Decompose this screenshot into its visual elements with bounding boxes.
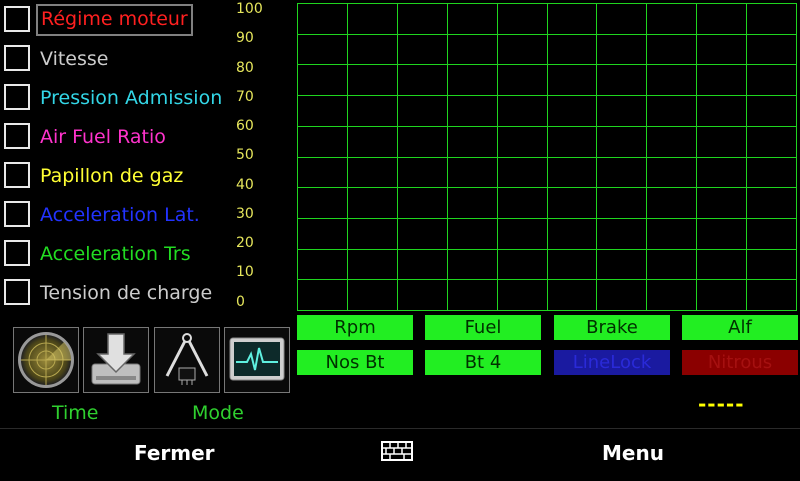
channel-checkbox[interactable] [4,162,30,188]
channel-label: Air Fuel Ratio [40,126,166,148]
channel-checkbox[interactable] [4,123,30,149]
mode-label: Mode [192,402,244,424]
channel-row-papillon[interactable]: Papillon de gaz [4,162,264,194]
rpm-button[interactable]: Rpm [297,315,413,340]
channel-row-tension[interactable]: Tension de charge [4,279,264,311]
keyboard-icon[interactable] [381,441,413,461]
channel-label: Acceleration Trs [40,243,191,265]
channel-label: Acceleration Lat. [40,204,200,226]
y-tick-label: 50 [236,147,254,163]
channel-checkbox[interactable] [4,45,30,71]
download-tile[interactable] [83,327,149,393]
caliper-chip-icon [165,333,209,385]
brake-button[interactable]: Brake [554,315,670,340]
channel-checkbox[interactable] [4,279,30,305]
channel-checkbox[interactable] [4,6,30,32]
y-tick-label: 10 [236,264,254,280]
linelock-button[interactable]: LineLock [554,350,670,375]
channel-label: Vitesse [40,48,109,70]
y-tick-label: 40 [236,177,254,193]
y-tick-label: 70 [236,89,254,105]
fuel-button[interactable]: Fuel [425,315,541,340]
plot-grid [297,3,797,311]
channel-checkbox[interactable] [4,201,30,227]
y-tick-label: 100 [236,1,263,17]
channel-checkbox[interactable] [4,240,30,266]
monitor-tile[interactable] [224,327,290,393]
nos-bt-button[interactable]: Nos Bt [297,350,413,375]
channel-row-acc-trs[interactable]: Acceleration Trs [4,240,264,272]
bt4-button[interactable]: Bt 4 [425,350,541,375]
menu-button[interactable]: Menu [602,441,664,465]
channel-label: Papillon de gaz [40,165,184,187]
download-drive-icon [91,333,141,385]
channel-checkbox[interactable] [4,84,30,110]
y-tick-label: 30 [236,206,254,222]
radar-icon [18,332,74,388]
caliper-tile[interactable] [154,327,220,393]
y-tick-label: 0 [236,294,245,310]
channel-row-regime[interactable]: Régime moteur [4,4,264,38]
channel-row-acc-lat[interactable]: Acceleration Lat. [4,201,264,233]
channel-label: Tension de charge [40,282,213,304]
y-tick-label: 90 [236,30,254,46]
time-label: Time [52,402,99,424]
nitrous-button[interactable]: Nitrous [682,350,798,375]
alf-button[interactable]: Alf [682,315,798,340]
heartbeat-monitor-icon [229,337,285,381]
channel-row-afr[interactable]: Air Fuel Ratio [4,123,264,155]
status-dash: ----- [698,392,745,416]
y-tick-label: 20 [236,235,254,251]
channel-row-vitesse[interactable]: Vitesse [4,45,264,77]
y-tick-label: 60 [236,118,254,134]
y-tick-label: 80 [236,60,254,76]
radar-tile[interactable] [13,327,79,393]
channel-row-pression[interactable]: Pression Admission [4,84,264,116]
fermer-button[interactable]: Fermer [134,441,215,465]
channel-label: Pression Admission [40,87,223,109]
channel-label: Régime moteur [36,4,193,36]
